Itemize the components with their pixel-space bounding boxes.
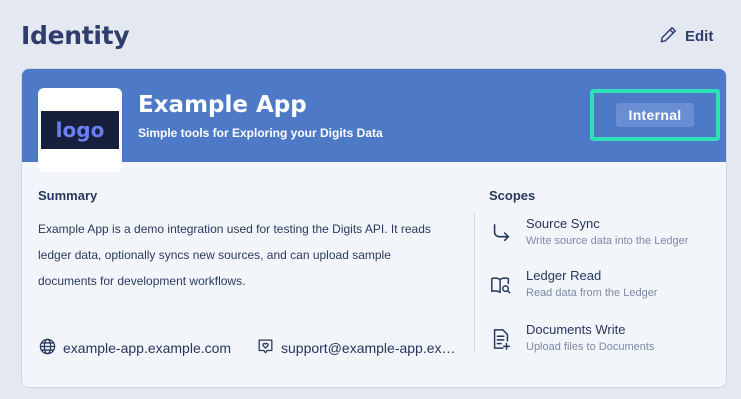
scope-name: Documents Write	[526, 322, 626, 337]
badge-highlight: Internal	[590, 89, 720, 141]
edit-label: Edit	[685, 28, 714, 45]
scopes-title: Scopes	[489, 188, 536, 203]
page-title: Identity	[21, 21, 130, 50]
pencil-icon	[659, 25, 678, 48]
website-link[interactable]: example-app.example.com	[38, 337, 231, 359]
scope-item-documents-write: Documents Write Upload files to Document…	[490, 322, 720, 362]
summary-title: Summary	[38, 188, 98, 203]
scope-description: Read data from the Ledger	[526, 287, 658, 299]
scope-description: Write source data into the Ledger	[526, 235, 689, 247]
chat-heart-icon	[256, 337, 275, 359]
support-email-text: support@example-app.ex…	[281, 340, 456, 356]
website-text: example-app.example.com	[63, 340, 232, 356]
globe-icon	[38, 337, 57, 359]
app-tagline: Simple tools for Exploring your Digits D…	[138, 126, 383, 140]
scope-name: Ledger Read	[526, 268, 602, 283]
summary-text: Example App is a demo integration used f…	[38, 222, 431, 288]
scope-item-source-sync: Source Sync Write source data into the L…	[490, 216, 720, 256]
scope-item-ledger-read: Ledger Read Read data from the Ledger	[490, 268, 720, 308]
logo-image: logo	[41, 111, 119, 149]
internal-badge: Internal	[615, 103, 695, 127]
app-name: Example App	[138, 92, 307, 118]
support-email-link[interactable]: support@example-app.ex…	[256, 337, 461, 359]
scope-name: Source Sync	[526, 216, 600, 231]
scope-description: Upload files to Documents	[526, 341, 655, 353]
edit-button[interactable]: Edit	[659, 25, 713, 48]
app-logo: logo	[38, 88, 122, 172]
column-divider	[474, 213, 475, 353]
identity-card: logo Example App Simple tools for Explor…	[21, 68, 727, 388]
